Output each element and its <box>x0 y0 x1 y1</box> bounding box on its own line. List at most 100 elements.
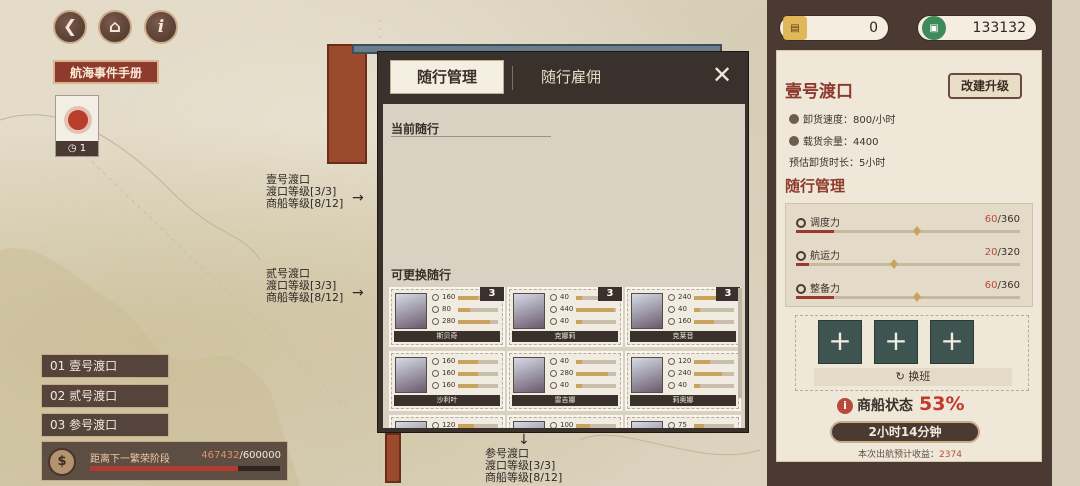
home-button[interactable]: ⌂ <box>98 10 132 44</box>
add-escort-slot-3[interactable]: + <box>930 320 974 364</box>
stat-icon <box>668 306 675 313</box>
stat-icon <box>432 318 439 325</box>
stat-icon <box>550 318 557 325</box>
escort-portrait <box>395 421 427 428</box>
escort-stat: 40 <box>550 357 618 367</box>
escort-name: 沙利叶 <box>394 395 500 406</box>
cargo-remaining: 载货余量：4400 <box>789 133 878 148</box>
section-replaceable-escort: 可更换随行 <box>391 268 452 282</box>
ship-wheel-icon <box>796 251 806 261</box>
escort-stat: 280 <box>432 317 500 327</box>
escort-card[interactable]: 757575南宫 <box>625 415 741 428</box>
escort-card[interactable]: 160 160 160 沙利叶 <box>389 351 505 411</box>
arrow-right-icon: → <box>352 285 364 301</box>
coin-icon: ▣ <box>922 16 946 40</box>
ticket-icon: ▤ <box>783 16 807 40</box>
clock-icon: ◷ <box>67 143 80 154</box>
anchor-icon <box>796 284 806 294</box>
escort-card[interactable]: 1000150帕尔西帕娜 <box>507 415 623 428</box>
stat-icon <box>550 422 557 428</box>
tab-escort-manage[interactable]: 随行管理 <box>390 60 504 94</box>
add-escort-slot-2[interactable]: + <box>874 320 918 364</box>
refresh-icon: ↻ <box>895 370 909 383</box>
escort-stat: 40 <box>550 317 618 327</box>
escort-stat: 160 <box>432 369 500 379</box>
upgrade-button[interactable]: 改建升级 <box>948 73 1022 99</box>
add-escort-slot-1[interactable]: + <box>818 320 862 364</box>
escort-portrait <box>395 293 427 329</box>
escort-name: 克莱音 <box>630 331 736 342</box>
tab-escort-hire[interactable]: 随行雇佣 <box>514 60 628 94</box>
tab-separator <box>512 66 513 90</box>
voyage-time-button[interactable]: 2小时14分钟 <box>830 421 980 443</box>
stat-icon <box>432 358 439 365</box>
back-button[interactable]: ❮ <box>53 10 87 44</box>
escort-section-title: 随行管理 <box>785 177 846 195</box>
attr-dispatch: 调度力 60/360 <box>786 206 1034 240</box>
close-icon[interactable]: ✕ <box>710 63 734 88</box>
event-manual-button[interactable]: 航海事件手册 <box>53 60 159 84</box>
sidebar-item-port-1[interactable]: 01 壹号渡口 <box>41 354 169 378</box>
escort-card[interactable]: 40 280 40 雷吉娜 <box>507 351 623 411</box>
escort-stat: 440 <box>550 305 618 315</box>
slider-knob <box>913 292 921 302</box>
escort-portrait <box>631 421 663 428</box>
info-icon: i <box>157 17 165 37</box>
escort-card[interactable]: 120120120奈缇 <box>389 415 505 428</box>
escort-stat: 280 <box>550 369 618 379</box>
info-button[interactable]: i <box>144 10 178 44</box>
slider-knob <box>890 259 898 269</box>
stat-icon <box>668 370 675 377</box>
port-title: 壹号渡口 <box>785 82 853 102</box>
escort-count-badge: 3 <box>480 287 504 301</box>
map-label-port-3[interactable]: 参号渡口 渡口等级[3/3] 商船等级[8/12] <box>485 448 562 484</box>
gear-icon <box>796 218 806 228</box>
scrollbar[interactable] <box>738 288 742 398</box>
dock-pier-1[interactable] <box>327 44 367 164</box>
map-edge <box>1052 0 1080 486</box>
stat-icon <box>432 306 439 313</box>
prosperity-bar <box>90 466 280 471</box>
swap-shift-button[interactable]: ↻ 换班 <box>814 368 1012 386</box>
arrow-right-icon: → <box>352 190 364 206</box>
event-card[interactable]: ◷ 1 <box>55 95 99 157</box>
port-detail-card: 壹号渡口 改建升级 卸货速度：800/小时 载货余量：4400 预估卸货时长：5… <box>776 50 1042 462</box>
stat-icon <box>668 382 675 389</box>
dock-pier-3[interactable] <box>385 433 401 483</box>
escort-card[interactable]: 160 80 280 斯贝奇 3 <box>389 287 505 347</box>
escort-stat: 75 <box>668 421 736 428</box>
sidebar-item-port-2[interactable]: 02 贰号渡口 <box>41 384 169 408</box>
escort-portrait <box>395 357 427 393</box>
unload-time: 预估卸货时长：5小时 <box>789 158 886 169</box>
escort-card[interactable]: 240 40 160 克莱音 3 <box>625 287 741 347</box>
escort-card[interactable]: 40 440 40 克娜莉 3 <box>507 287 623 347</box>
slider-knob <box>913 226 921 236</box>
map-label-port-2[interactable]: 贰号渡口 渡口等级[3/3] 商船等级[8/12] <box>266 268 343 304</box>
escort-stat: 160 <box>432 357 500 367</box>
stat-icon <box>550 294 557 301</box>
stat-icon <box>668 422 675 428</box>
stat-icon <box>432 370 439 377</box>
escort-card[interactable]: 120 240 40 莉奥娜 <box>625 351 741 411</box>
escort-name: 斯贝奇 <box>394 331 500 342</box>
sun-icon <box>68 110 88 130</box>
stat-icon <box>432 422 439 428</box>
escort-portrait <box>513 357 545 393</box>
escort-count-badge: 3 <box>716 287 740 301</box>
divider <box>391 136 551 137</box>
escort-name: 雷吉娜 <box>512 395 618 406</box>
arrow-down-icon: ↓ <box>518 432 530 448</box>
map-label-port-1[interactable]: 壹号渡口 渡口等级[3/3] 商船等级[8/12] <box>266 174 343 210</box>
sidebar-item-port-3[interactable]: 03 参号渡口 <box>41 413 169 437</box>
escort-count-badge: 3 <box>598 287 622 301</box>
attr-shipping: 航运力 20/320 <box>786 239 1034 273</box>
event-count: ◷ 1 <box>56 141 98 156</box>
expected-profit: 本次出航预计收益：2374 <box>858 450 962 460</box>
escort-stat: 240 <box>668 369 736 379</box>
escort-stat: 120 <box>668 357 736 367</box>
escort-portrait <box>631 357 663 393</box>
escort-portrait <box>631 293 663 329</box>
stat-icon <box>550 358 557 365</box>
port-panel: 0 ▤ 133132 ▣ 壹号渡口 改建升级 卸货速度：800/小时 载货余量：… <box>767 0 1052 486</box>
stat-icon <box>668 318 675 325</box>
